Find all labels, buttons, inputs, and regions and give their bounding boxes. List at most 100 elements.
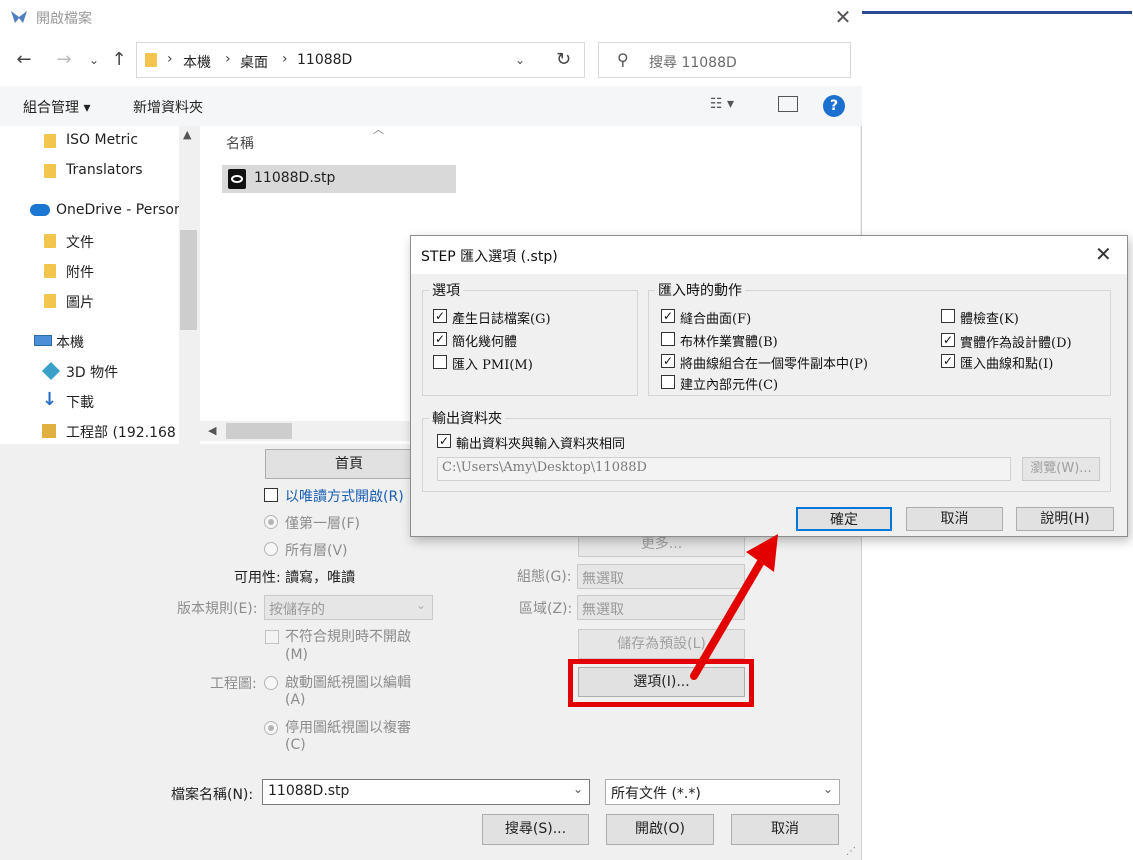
refresh-icon[interactable]: ↻ — [543, 42, 585, 78]
nav-label: 本機 — [56, 335, 84, 351]
nav-item-attachments[interactable]: 附件 — [0, 256, 180, 286]
chevron-right-icon: › — [167, 51, 173, 67]
home-button[interactable]: 首頁 — [265, 449, 433, 479]
background-window-line — [862, 11, 1132, 14]
help-icon[interactable]: ? — [823, 95, 845, 117]
scroll-up-icon[interactable]: ▲ — [183, 128, 191, 141]
availability-text: 可用性: 讀寫，唯讀 — [234, 570, 356, 586]
read-only-checkbox[interactable] — [264, 488, 278, 502]
breadcrumb-folder[interactable]: 11088D — [297, 52, 352, 68]
output-group-title: 輸出資料夾 — [429, 408, 505, 428]
chevron-down-icon: ⌄ — [822, 782, 833, 796]
organize-menu[interactable]: 組合管理 ▾ — [23, 97, 90, 117]
option-label: 體檢查(K) — [960, 312, 1019, 327]
up-arrow-icon[interactable]: ↑ — [107, 48, 131, 72]
search-input[interactable]: ⚲ 搜尋 11088D — [598, 42, 851, 78]
nav-item-network-drive[interactable]: 工程部 (192.168 — [0, 416, 180, 446]
filename-label: 檔案名稱(N): — [171, 787, 254, 803]
step-import-dialog: STEP 匯入選項 (.stp) ✕ 選項 ✓ 產生日誌檔案(G) ✓ 簡化幾何體 … — [410, 235, 1128, 537]
all-levels-label: 所有層(V) — [285, 543, 348, 559]
nav-item-onedrive[interactable]: OneDrive - Person — [0, 196, 183, 226]
nav-item-documents[interactable]: 文件 — [0, 226, 180, 256]
breadcrumb-this-pc[interactable]: 本機 — [183, 52, 211, 72]
checkbox[interactable]: ✓ — [437, 434, 451, 448]
checkbox[interactable] — [941, 309, 955, 323]
option-label: 建立內部元件(C) — [680, 378, 779, 393]
disable-sheet-label: 停用圖紙視圖以複審 — [285, 720, 411, 736]
chevron-down-icon[interactable]: ⌄ — [573, 782, 583, 796]
nav-label: ISO Metric — [66, 132, 139, 148]
checkbox[interactable] — [661, 332, 675, 346]
drawing-label: 工程圖: — [210, 676, 257, 692]
option-label: 布林作業實體(B) — [680, 335, 778, 350]
nav-scrollbar[interactable]: ▲ — [179, 126, 198, 444]
new-folder-button[interactable]: 新增資料夾 — [133, 97, 203, 117]
recent-chevron-icon[interactable]: ⌄ — [82, 48, 106, 72]
checkbox[interactable]: ✓ — [661, 354, 675, 368]
nav-item-iso-metric[interactable]: ISO Metric — [0, 126, 180, 156]
no-open-checkbox[interactable] — [265, 630, 279, 644]
folder-icon — [44, 234, 56, 248]
no-open-label: 不符合規則時不開啟 — [285, 629, 411, 645]
nav-item-downloads[interactable]: ↓ 下載 — [0, 386, 180, 416]
version-rule-select[interactable]: 按儲存的 ⌄ — [264, 595, 433, 620]
first-level-radio[interactable] — [264, 515, 278, 529]
browse-button[interactable]: 瀏覽(W)... — [1022, 457, 1100, 481]
search-button[interactable]: 搜尋(S)... — [482, 814, 589, 845]
open-button[interactable]: 開啟(O) — [606, 814, 714, 845]
region-value: 無選取 — [582, 602, 624, 618]
checkbox[interactable] — [661, 375, 675, 389]
help-button[interactable]: 說明(H) — [1016, 507, 1114, 531]
checkbox[interactable] — [433, 355, 447, 369]
filetype-value: 所有文件 (*.*) — [611, 786, 701, 802]
forward-arrow-icon[interactable]: → — [52, 48, 76, 72]
back-arrow-icon[interactable]: ← — [12, 48, 36, 72]
read-only-label[interactable]: 以唯讀方式開啟(R) — [285, 486, 404, 506]
filename-input[interactable]: 11088D.stp ⌄ — [262, 779, 590, 805]
app-logo-icon — [11, 11, 27, 23]
resize-grip-icon[interactable]: ⋰ — [846, 846, 856, 857]
option-label: 簡化幾何體 — [452, 335, 518, 350]
disable-sheet-radio[interactable] — [264, 721, 278, 735]
checkbox[interactable]: ✓ — [661, 309, 675, 323]
nav-item-translators[interactable]: Translators — [0, 156, 180, 186]
preview-pane-icon[interactable] — [778, 96, 798, 112]
nav-item-pictures[interactable]: 圖片 — [0, 286, 180, 316]
ok-button[interactable]: 確定 — [796, 507, 892, 531]
address-bar[interactable]: › 本機 › 桌面 › 11088D ⌄ — [136, 42, 544, 78]
view-options-icon[interactable]: ☷ ▾ — [710, 96, 734, 112]
title-bar: 開啟檔案 ✕ — [0, 0, 862, 34]
checkbox[interactable]: ✓ — [941, 354, 955, 368]
cancel-button[interactable]: 取消 — [731, 814, 839, 845]
scrollbar-thumb[interactable] — [226, 423, 292, 439]
step-dialog-title: STEP 匯入選項 (.stp) — [421, 249, 558, 265]
address-dropdown-icon[interactable]: ⌄ — [515, 53, 525, 67]
breadcrumb-desktop[interactable]: 桌面 — [240, 52, 268, 72]
chevron-right-icon: › — [282, 51, 288, 67]
output-path-field[interactable]: C:\Users\Amy\Desktop\11088D — [437, 457, 1011, 481]
checkbox[interactable]: ✓ — [433, 309, 447, 323]
nav-label: 文件 — [66, 235, 94, 251]
checkbox[interactable]: ✓ — [941, 333, 955, 347]
column-header-name[interactable]: 名稱 — [226, 133, 254, 153]
activate-sheet-label: 啟動圖紙視圖以編輯 — [285, 675, 411, 691]
all-levels-radio[interactable] — [264, 542, 278, 556]
nav-item-this-pc[interactable]: 本機 — [0, 326, 180, 356]
dialog-title: 開啟檔案 — [36, 11, 92, 27]
region-label: 區域(Z): — [519, 601, 573, 617]
checkbox[interactable]: ✓ — [433, 332, 447, 346]
search-placeholder: 搜尋 11088D — [649, 55, 737, 71]
close-icon[interactable]: ✕ — [1095, 242, 1112, 266]
scrollbar-thumb[interactable] — [180, 230, 197, 330]
scroll-left-icon[interactable]: ◀ — [208, 424, 216, 437]
nav-item-3d-objects[interactable]: 3D 物件 — [0, 356, 180, 386]
folder-icon — [145, 53, 157, 67]
cube-icon — [41, 361, 61, 381]
close-icon[interactable]: ✕ — [830, 4, 856, 30]
step-cancel-button[interactable]: 取消 — [906, 507, 1003, 531]
activate-sheet-radio[interactable] — [264, 676, 278, 690]
navigation-bar: ← → ⌄ ↑ › 本機 › 桌面 › 11088D ⌄ ↻ ⚲ 搜尋 1108… — [0, 34, 862, 86]
file-row[interactable]: 11088D.stp — [222, 165, 456, 193]
filetype-select[interactable]: 所有文件 (*.*) ⌄ — [605, 779, 840, 805]
activate-sheet-key: (A) — [285, 692, 306, 708]
